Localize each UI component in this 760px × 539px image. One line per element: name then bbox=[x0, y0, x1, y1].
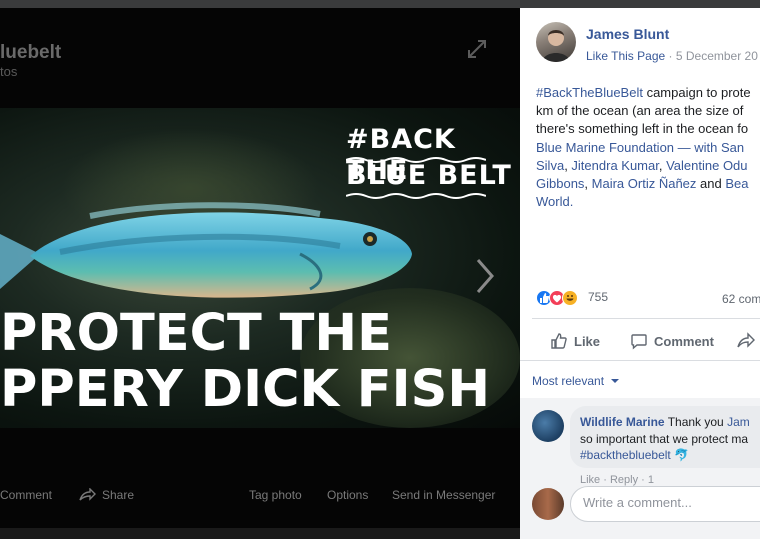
fish-illustration bbox=[0, 202, 412, 298]
comment-text: Thank you bbox=[664, 415, 728, 429]
share-icon[interactable] bbox=[78, 487, 96, 505]
comment-hashtag-link[interactable]: #backthebluebelt bbox=[580, 448, 671, 462]
current-user-avatar bbox=[532, 488, 564, 520]
post-text: #BackTheBlueBelt campaign to prote km of… bbox=[536, 84, 760, 211]
comment-sort-dropdown[interactable]: Most relevant bbox=[532, 374, 620, 388]
expand-icon[interactable] bbox=[466, 38, 488, 60]
separator: , bbox=[584, 176, 592, 192]
author-avatar[interactable] bbox=[536, 22, 576, 62]
separator: and bbox=[696, 176, 726, 192]
reaction-count[interactable]: 755 bbox=[588, 290, 608, 304]
filmstrip-bottom bbox=[0, 528, 520, 539]
album-title[interactable]: luebelt bbox=[0, 42, 61, 64]
photo-actions-bar: Comment Share Tag photo Options Send in … bbox=[0, 487, 520, 518]
mention-link[interactable]: Jam bbox=[727, 415, 750, 429]
divider bbox=[532, 318, 760, 319]
meta-separator: · bbox=[665, 49, 676, 63]
top-bar bbox=[0, 0, 760, 8]
share-button[interactable]: Share bbox=[102, 488, 134, 502]
separator: . bbox=[569, 194, 574, 210]
tagged-person-link[interactable]: Maira Ortiz Ñañez bbox=[592, 176, 697, 191]
write-comment-input[interactable]: Write a comment... bbox=[570, 486, 760, 522]
speech-bubble-icon bbox=[631, 334, 647, 350]
comment-sort-label: Most relevant bbox=[532, 374, 605, 388]
hashtag-link[interactable]: #BackTheBlueBelt bbox=[536, 85, 643, 100]
tagged-person-link[interactable]: Silva bbox=[536, 158, 564, 173]
post-text-segment: campaign to prote bbox=[642, 85, 751, 100]
comment-count[interactable]: 62 com bbox=[722, 292, 760, 306]
author-name[interactable]: James Blunt bbox=[586, 26, 669, 42]
commenter-avatar[interactable] bbox=[532, 410, 564, 442]
comment-bubble: Wildlife Marine Thank you Jam so importa… bbox=[570, 406, 760, 468]
tagged-person-link[interactable]: San bbox=[721, 140, 744, 155]
chevron-right-icon[interactable] bbox=[474, 256, 496, 296]
share-action-button[interactable] bbox=[736, 332, 756, 350]
org-link[interactable]: Blue Marine Foundation bbox=[536, 140, 674, 155]
caret-down-icon bbox=[611, 379, 620, 383]
post-text-segment: km of the ocean (an area the size of bbox=[536, 103, 744, 119]
photo-viewer: luebelt tos #BACK THE BLUE BELT PROTECT … bbox=[0, 8, 520, 539]
comment-text: so important that we protect ma bbox=[580, 431, 749, 446]
post-actions: Like Comment bbox=[520, 326, 760, 356]
haha-reaction-icon[interactable] bbox=[562, 290, 578, 306]
hashtag-line-2: BLUE BELT bbox=[346, 160, 512, 191]
photo-headline-1: PROTECT THE bbox=[0, 304, 392, 363]
tagged-person-link[interactable]: Bea bbox=[725, 176, 748, 191]
comment-label: Comment bbox=[654, 333, 714, 349]
tagged-person-link[interactable]: Valentine Odu bbox=[666, 158, 747, 173]
send-in-messenger-button[interactable]: Send in Messenger bbox=[392, 488, 495, 502]
post-meta: Like This Page · 5 December 20 bbox=[586, 49, 758, 63]
tagged-page-link[interactable]: World bbox=[536, 194, 570, 209]
wave-underline-2 bbox=[346, 193, 486, 199]
thumbs-up-icon bbox=[551, 333, 567, 349]
like-page-link[interactable]: Like This Page bbox=[586, 49, 665, 63]
post-date[interactable]: 5 December 20 bbox=[676, 49, 758, 63]
dolphin-emoji-icon: 🐬 bbox=[674, 448, 690, 462]
post-side-panel: James Blunt Like This Page · 5 December … bbox=[520, 8, 760, 539]
photo-headline-2: PPERY DICK FISH bbox=[0, 360, 491, 419]
separator: , bbox=[658, 157, 667, 173]
options-button[interactable]: Options bbox=[327, 488, 368, 502]
tag-photo-button[interactable]: Tag photo bbox=[249, 488, 302, 502]
comment-action-button[interactable]: Comment bbox=[630, 332, 714, 350]
like-button[interactable]: Like bbox=[550, 332, 600, 350]
comments-section: Wildlife Marine Thank you Jam so importa… bbox=[520, 398, 760, 539]
like-label: Like bbox=[574, 333, 601, 349]
tagged-person-link[interactable]: Gibbons bbox=[536, 176, 584, 191]
commenter-name[interactable]: Wildlife Marine bbox=[580, 415, 665, 429]
reactions-bar: 755 62 com bbox=[536, 288, 760, 308]
album-subtitle: tos bbox=[0, 64, 18, 79]
comment-button[interactable]: Comment bbox=[0, 488, 52, 502]
share-arrow-icon bbox=[737, 332, 755, 348]
divider bbox=[520, 360, 760, 361]
comment-meta: Like · Reply · 1 bbox=[580, 474, 654, 486]
with-text: — with bbox=[674, 139, 721, 155]
post-text-segment: there's something left in the ocean fo bbox=[536, 121, 749, 137]
post-photo[interactable]: #BACK THE BLUE BELT PROTECT THE PPERY DI… bbox=[0, 108, 520, 428]
tagged-person-link[interactable]: Jitendra Kumar bbox=[571, 158, 658, 173]
